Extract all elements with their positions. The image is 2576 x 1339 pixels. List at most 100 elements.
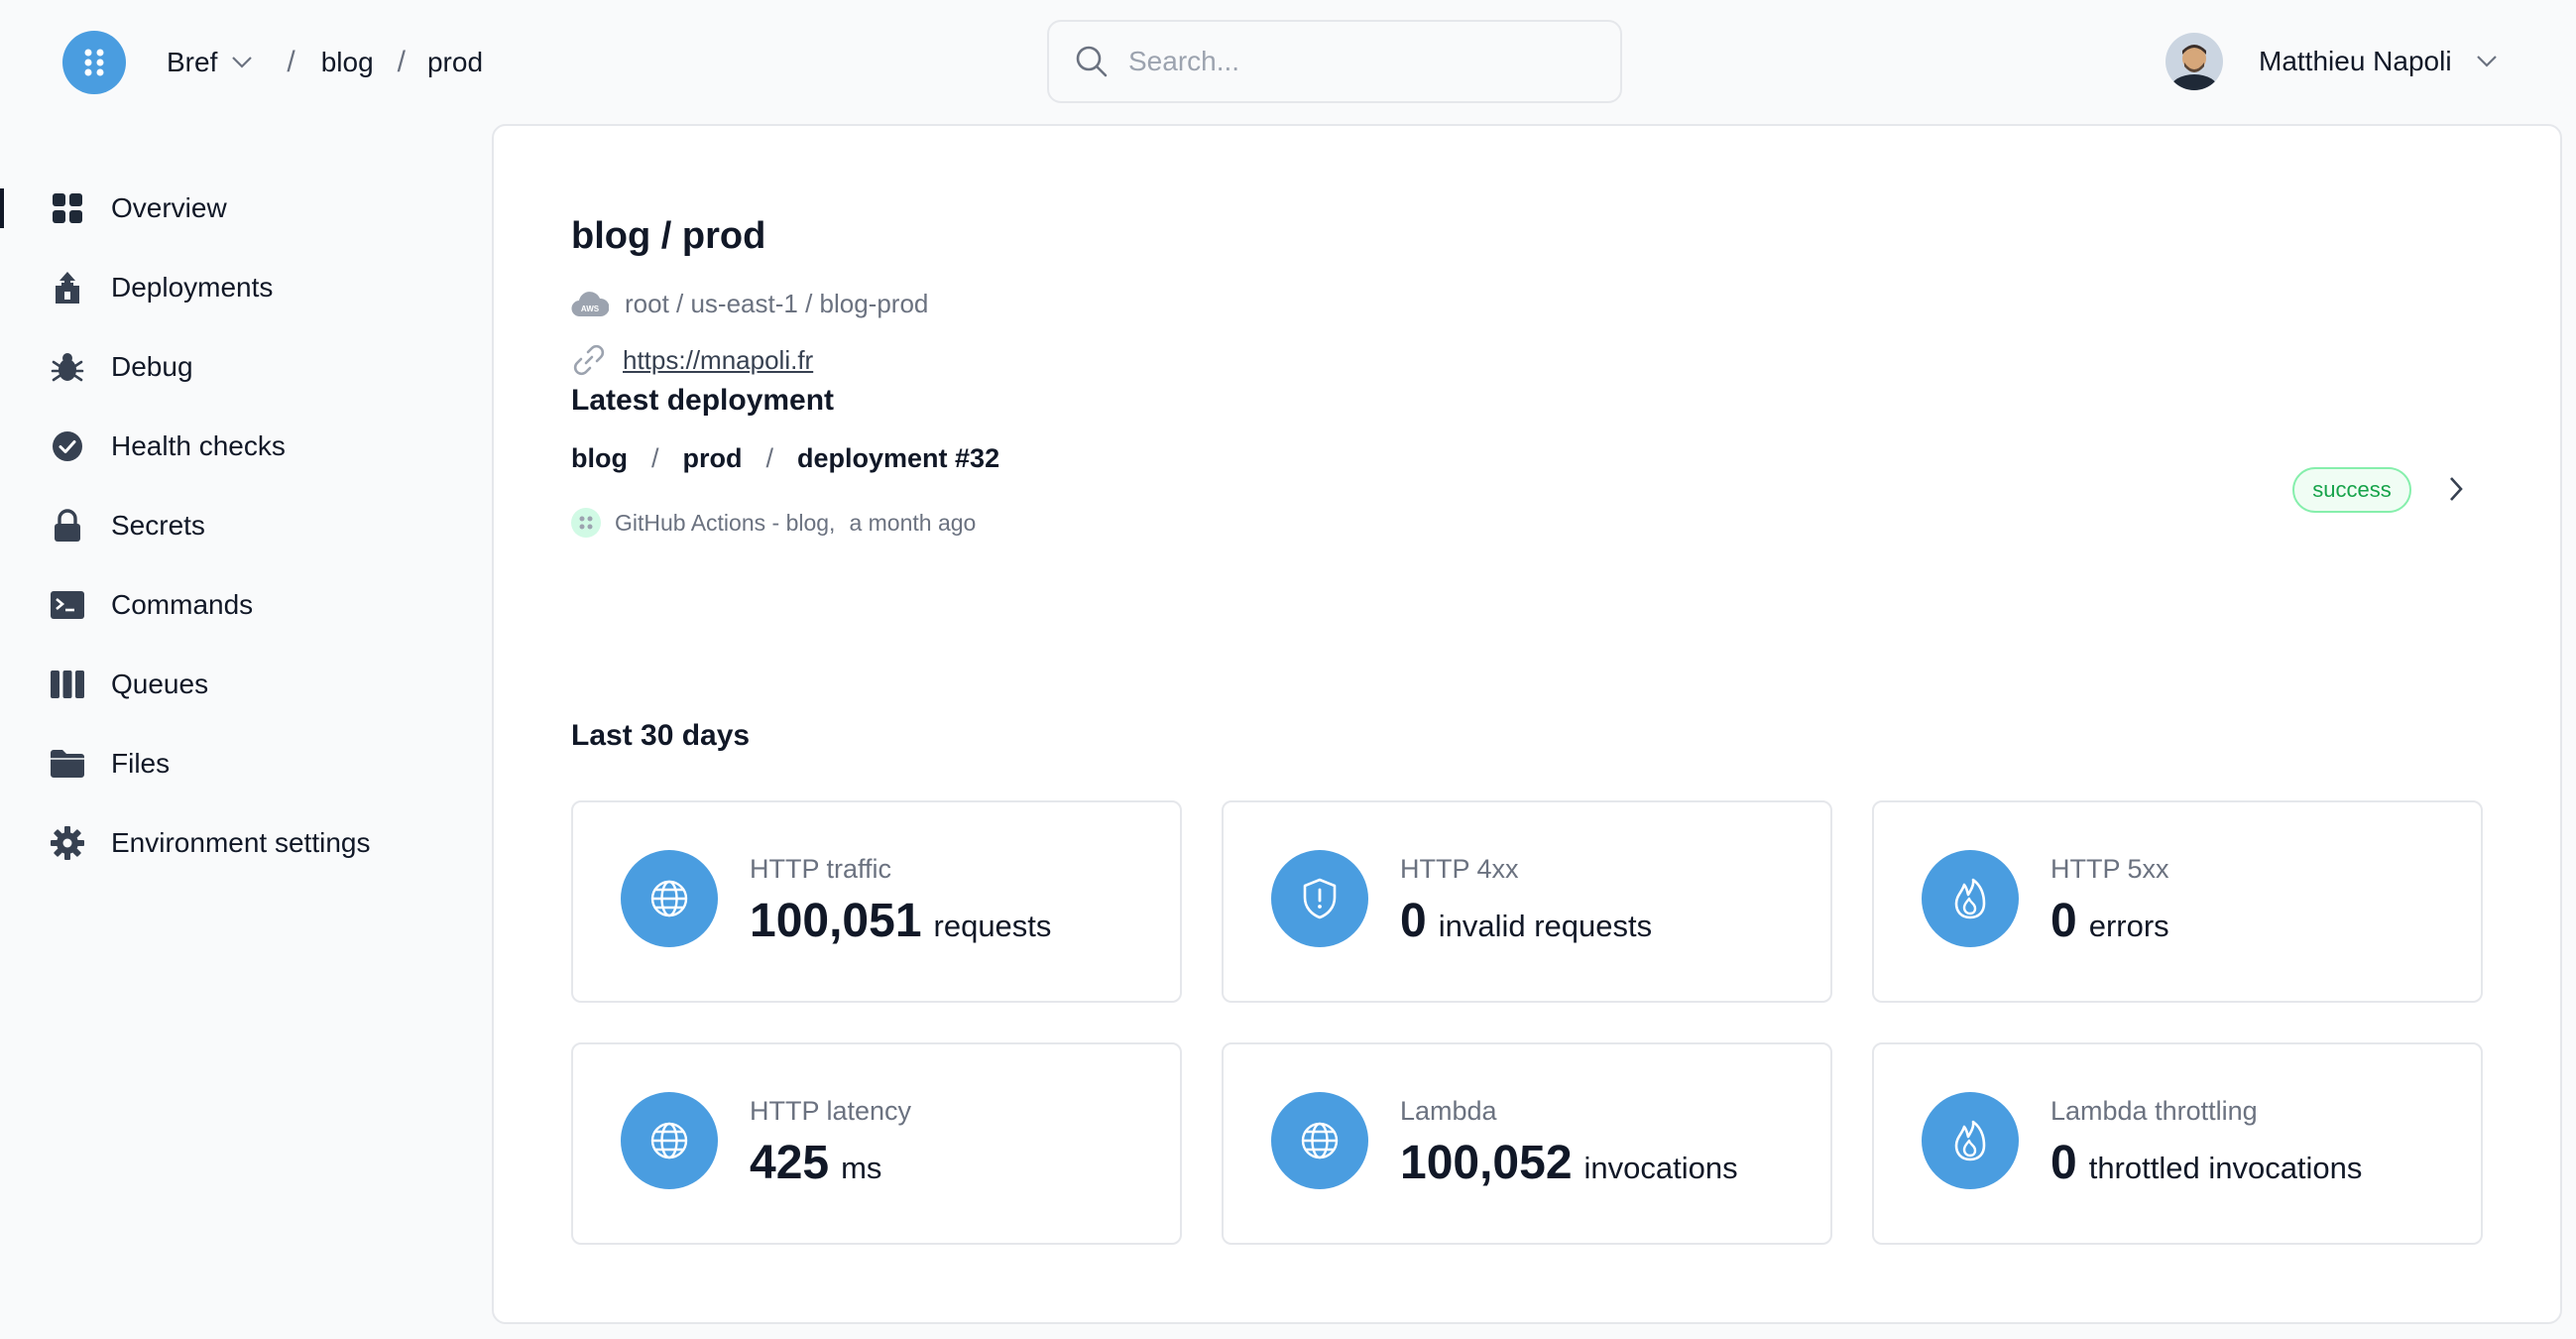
fire-icon bbox=[1922, 850, 2019, 947]
breadcrumb-separator: / bbox=[287, 46, 295, 78]
breadcrumb-separator: / bbox=[650, 443, 659, 473]
stat-card-http-traffic[interactable]: HTTP traffic 100,051 requests bbox=[571, 800, 1182, 1003]
bug-icon bbox=[50, 349, 85, 385]
deployment-name: deployment #32 bbox=[797, 443, 1000, 473]
deployment-path: blog / prod / deployment #32 bbox=[571, 443, 999, 474]
breadcrumb-separator: / bbox=[765, 443, 774, 473]
sidebar-item-commands[interactable]: Commands bbox=[0, 565, 456, 645]
sidebar-item-deployments[interactable]: Deployments bbox=[0, 248, 456, 327]
upload-icon bbox=[50, 270, 85, 305]
check-circle-icon bbox=[50, 428, 85, 464]
sidebar-item-secrets[interactable]: Secrets bbox=[0, 486, 456, 565]
github-avatar-icon bbox=[571, 508, 601, 538]
stat-number: 0 bbox=[1400, 895, 1427, 947]
app-logo[interactable] bbox=[62, 31, 126, 94]
stat-label: Lambda throttling bbox=[2050, 1096, 2258, 1126]
sidebar-item-debug[interactable]: Debug bbox=[0, 327, 456, 407]
dots-icon bbox=[84, 49, 104, 76]
status-badge: success bbox=[2292, 467, 2411, 513]
environment-location: AWS root / us-east-1 / blog-prod bbox=[571, 289, 928, 319]
stat-number: 0 bbox=[2050, 1137, 2077, 1189]
stat-value: 100,052 invocations bbox=[1400, 1136, 1738, 1190]
globe-icon bbox=[1271, 1092, 1368, 1189]
stat-value: 0 errors bbox=[2050, 894, 2169, 948]
stat-card-http-latency[interactable]: HTTP latency 425 ms bbox=[571, 1042, 1182, 1245]
stat-label: HTTP 4xx bbox=[1400, 854, 1519, 884]
stat-number: 100,052 bbox=[1400, 1137, 1573, 1189]
link-icon bbox=[573, 344, 605, 376]
main-panel: blog / prod AWS root / us-east-1 / blog-… bbox=[492, 124, 2562, 1324]
grid-icon bbox=[50, 190, 85, 226]
stat-card-lambda[interactable]: Lambda 100,052 invocations bbox=[1222, 1042, 1832, 1245]
top-bar: Bref / blog / prod Matthieu Napoli bbox=[0, 0, 2576, 123]
chevron-right-icon bbox=[2450, 477, 2463, 501]
sidebar-item-label: Commands bbox=[111, 589, 254, 620]
sidebar-item-label: Environment settings bbox=[111, 827, 371, 858]
stat-label: HTTP 5xx bbox=[2050, 854, 2169, 884]
team-name: Bref bbox=[167, 47, 218, 77]
deployment-meta: GitHub Actions - blog, a month ago bbox=[571, 508, 976, 538]
stat-card-lambda-throttling[interactable]: Lambda throttling 0 throttled invocation… bbox=[1872, 1042, 2483, 1245]
location-text: root / us-east-1 / blog-prod bbox=[625, 289, 929, 318]
folder-icon bbox=[50, 746, 85, 782]
sidebar-item-label: Secrets bbox=[111, 510, 205, 541]
latest-deployment-row[interactable]: blog / prod / deployment #32 GitHub Acti… bbox=[571, 443, 2495, 582]
sidebar: Overview Deployments Debug Health checks… bbox=[0, 169, 456, 883]
stat-label: HTTP traffic bbox=[750, 854, 892, 884]
avatar bbox=[2166, 33, 2223, 90]
environment-url: https://mnapoli.fr bbox=[571, 342, 813, 378]
page-title: blog / prod bbox=[571, 215, 766, 257]
stat-unit: invalid requests bbox=[1438, 909, 1653, 943]
sidebar-item-label: Queues bbox=[111, 669, 209, 699]
lock-icon bbox=[50, 508, 85, 544]
stat-value: 0 throttled invocations bbox=[2050, 1136, 2362, 1190]
columns-icon bbox=[50, 667, 85, 702]
sidebar-item-files[interactable]: Files bbox=[0, 724, 456, 803]
deployment-time: a month ago bbox=[849, 509, 977, 536]
breadcrumb-env[interactable]: prod bbox=[427, 47, 483, 78]
fire-icon bbox=[1922, 1092, 2019, 1189]
stat-number: 0 bbox=[2050, 895, 2077, 947]
deployment-source: GitHub Actions - blog, bbox=[615, 509, 836, 536]
latest-deployment-heading: Latest deployment bbox=[571, 384, 835, 417]
breadcrumb-app[interactable]: blog bbox=[321, 47, 374, 78]
stat-unit: throttled invocations bbox=[2088, 1151, 2363, 1185]
stat-label: Lambda bbox=[1400, 1096, 1497, 1126]
stat-card-http-5xx[interactable]: HTTP 5xx 0 errors bbox=[1872, 800, 2483, 1003]
sidebar-item-label: Deployments bbox=[111, 272, 274, 303]
environment-url-link[interactable]: https://mnapoli.fr bbox=[623, 345, 813, 376]
stat-unit: requests bbox=[933, 909, 1052, 943]
team-switcher[interactable]: Bref bbox=[167, 47, 253, 78]
gear-icon bbox=[50, 825, 85, 861]
search-icon bbox=[1076, 46, 1108, 77]
aws-cloud-icon: AWS bbox=[571, 291, 609, 316]
stat-unit: invocations bbox=[1583, 1151, 1738, 1185]
breadcrumb-separator: / bbox=[397, 46, 406, 78]
globe-icon bbox=[621, 1092, 718, 1189]
sidebar-item-queues[interactable]: Queues bbox=[0, 645, 456, 724]
stat-value: 100,051 requests bbox=[750, 894, 1051, 948]
stat-number: 425 bbox=[750, 1137, 830, 1189]
stat-unit: errors bbox=[2088, 909, 2169, 943]
search-box[interactable] bbox=[1047, 20, 1622, 103]
sidebar-item-health-checks[interactable]: Health checks bbox=[0, 407, 456, 486]
sidebar-item-label: Files bbox=[111, 748, 171, 779]
search-input[interactable] bbox=[1128, 46, 1604, 77]
globe-icon bbox=[621, 850, 718, 947]
sidebar-item-label: Debug bbox=[111, 351, 193, 382]
sidebar-item-overview[interactable]: Overview bbox=[0, 169, 456, 248]
deployment-app: blog bbox=[571, 443, 628, 473]
sidebar-item-environment-settings[interactable]: Environment settings bbox=[0, 803, 456, 883]
chevron-down-icon bbox=[232, 57, 253, 68]
svg-text:AWS: AWS bbox=[581, 304, 600, 313]
user-name: Matthieu Napoli bbox=[2259, 46, 2452, 76]
stat-value: 425 ms bbox=[750, 1136, 881, 1190]
deployment-env: prod bbox=[682, 443, 743, 473]
sidebar-item-label: Overview bbox=[111, 192, 227, 223]
user-menu[interactable]: Matthieu Napoli bbox=[2166, 32, 2498, 91]
stat-unit: ms bbox=[841, 1151, 882, 1185]
chevron-down-icon bbox=[2476, 56, 2497, 67]
shield-alert-icon bbox=[1271, 850, 1368, 947]
stat-card-http-4xx[interactable]: HTTP 4xx 0 invalid requests bbox=[1222, 800, 1832, 1003]
breadcrumb: Bref / blog / prod bbox=[167, 38, 483, 87]
